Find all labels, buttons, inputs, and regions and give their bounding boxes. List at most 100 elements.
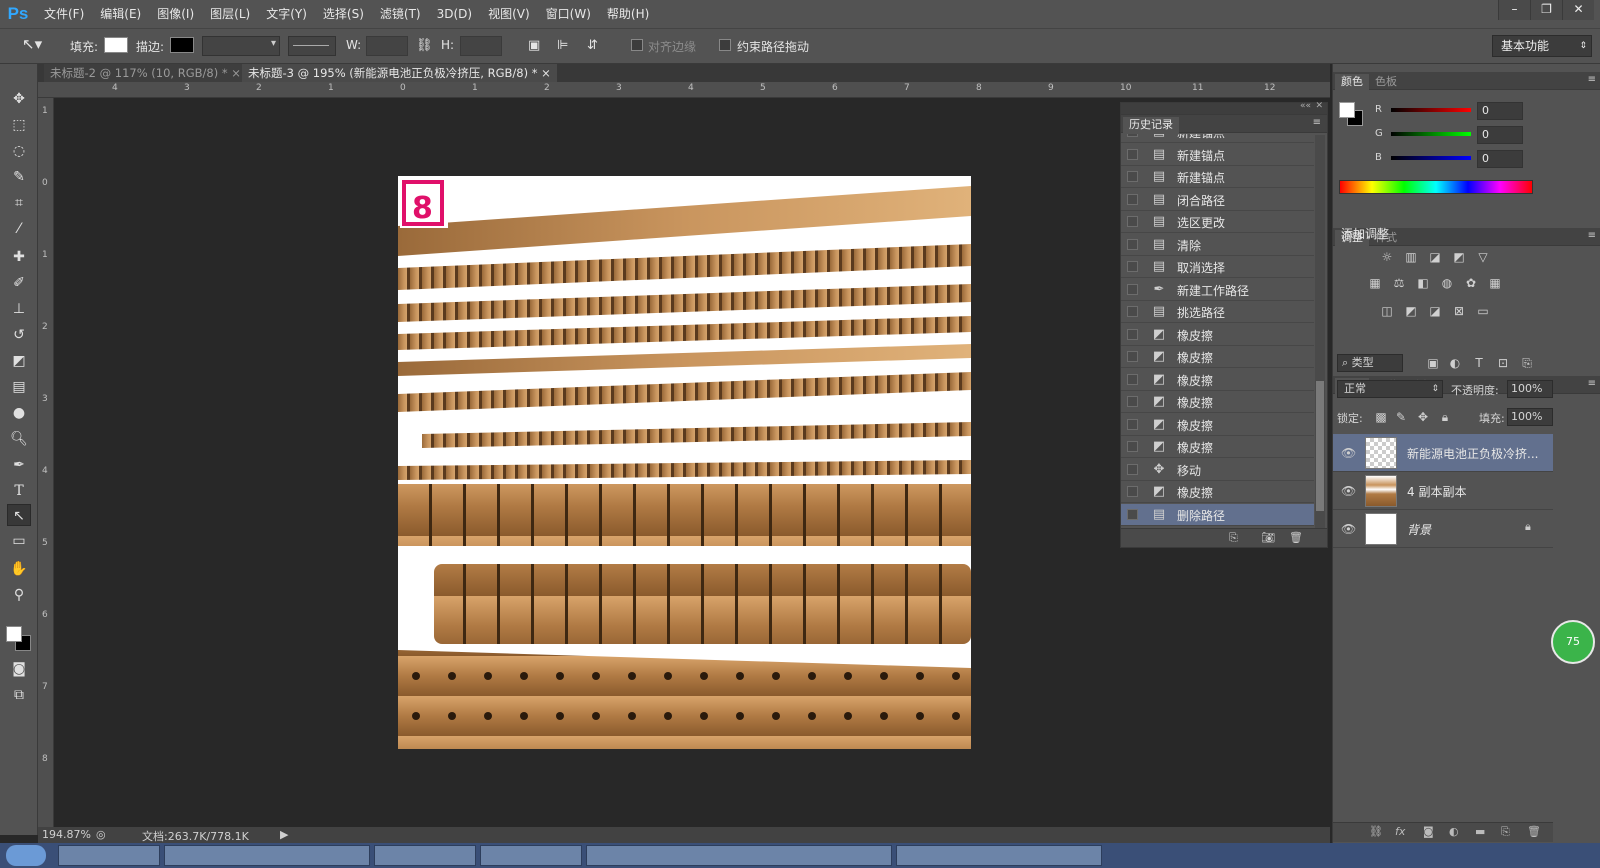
path-selection-tool-icon[interactable]: ↖ [7, 504, 31, 526]
history-scrollbar[interactable] [1315, 135, 1325, 529]
history-item[interactable]: ▤ 挑选路径 [1121, 301, 1314, 323]
history-snapshot-checkbox[interactable] [1127, 351, 1138, 362]
taskbar-button[interactable] [58, 845, 160, 866]
menu-3d[interactable]: 3D(D) [429, 0, 480, 28]
height-field[interactable] [460, 36, 502, 56]
trash-icon[interactable]: 🗑︎ [1289, 531, 1303, 544]
red-value[interactable]: 0 [1477, 102, 1523, 120]
rectangle-tool-icon[interactable]: ▭ [7, 530, 31, 552]
selective-color-icon[interactable]: ⊠ [1451, 304, 1467, 318]
layer-row-background[interactable]: 👁︎ 背景 🔒︎ [1333, 510, 1553, 548]
history-snapshot-checkbox[interactable] [1127, 216, 1138, 227]
lasso-tool-icon[interactable]: ◌ [7, 140, 31, 162]
menu-file[interactable]: 文件(F) [36, 0, 92, 28]
history-item[interactable]: ✒ 新建工作路径 [1121, 279, 1314, 301]
history-item[interactable]: ◩ 橡皮擦 [1121, 414, 1314, 436]
close-icon[interactable]: × [541, 66, 551, 80]
path-operations-icon[interactable]: ▣ [528, 38, 540, 53]
workspace-select[interactable]: 基本功能 ⇕ [1492, 35, 1592, 57]
tab-color[interactable]: 颜色 [1335, 74, 1369, 90]
link-icon[interactable]: ⛓ [416, 38, 433, 53]
close-button[interactable]: ✕ [1562, 0, 1594, 20]
history-item[interactable]: ▤ 新建锚点 [1121, 166, 1314, 188]
stroke-width-dropdown[interactable]: ▾ [202, 36, 280, 56]
dodge-tool-icon[interactable]: 🔍︎ [7, 428, 31, 450]
menu-image[interactable]: 图像(I) [149, 0, 202, 28]
opacity-field[interactable]: 100% [1507, 380, 1553, 398]
history-snapshot-checkbox[interactable] [1127, 373, 1138, 385]
pen-tool-icon[interactable]: ✒ [7, 454, 31, 476]
minimize-button[interactable]: – [1498, 0, 1530, 20]
hue-saturation-icon[interactable]: ▦ [1367, 276, 1383, 290]
history-snapshot-checkbox[interactable] [1127, 134, 1138, 137]
move-tool-icon[interactable]: ✥ [7, 88, 31, 110]
collapse-icon[interactable]: «« [1300, 101, 1311, 111]
healing-brush-tool-icon[interactable]: ✚ [7, 246, 31, 268]
panel-menu-icon[interactable]: ≡ [1588, 378, 1596, 389]
tab-untitled-3[interactable]: 未标题-3 @ 195% (新能源电池正负极冷挤压, RGB/8) * × [242, 64, 557, 82]
quick-select-tool-icon[interactable]: ✎ [7, 166, 31, 188]
history-item[interactable]: ◩ 橡皮擦 [1121, 391, 1314, 413]
threshold-icon[interactable]: ◪ [1427, 304, 1443, 318]
panel-menu-icon[interactable]: ≡ [1588, 74, 1596, 85]
curves-icon[interactable]: ◪ [1427, 250, 1443, 264]
path-alignment-icon[interactable]: ⊫ [557, 38, 568, 53]
gradient-tool-icon[interactable]: ▤ [7, 376, 31, 398]
history-snapshot-checkbox[interactable] [1127, 283, 1138, 295]
eraser-tool-icon[interactable]: ◩ [7, 350, 31, 372]
close-icon[interactable]: × [231, 66, 241, 80]
menu-view[interactable]: 视图(V) [480, 0, 538, 28]
exposure-icon[interactable]: ◩ [1451, 250, 1467, 264]
history-item[interactable]: ▤ 闭合路径 [1121, 189, 1314, 211]
history-item[interactable]: ▤ 清除 [1121, 234, 1314, 256]
filter-pixel-icon[interactable]: ▣ [1425, 356, 1441, 370]
menu-select[interactable]: 选择(S) [315, 0, 372, 28]
hand-tool-icon[interactable]: ✋ [7, 558, 31, 580]
tab-swatches[interactable]: 色板 [1369, 74, 1403, 90]
layer-row-selected[interactable]: 👁︎ 新能源电池正负极冷挤... [1333, 434, 1553, 472]
close-icon[interactable]: ✕ [1315, 101, 1323, 111]
history-item[interactable]: ▤ 新建锚点 [1121, 134, 1314, 143]
lock-position-icon[interactable]: ✥ [1415, 410, 1431, 424]
zoom-tool-icon[interactable]: ⚲ [7, 584, 31, 606]
menu-type[interactable]: 文字(Y) [258, 0, 315, 28]
trash-icon[interactable]: 🗑︎ [1527, 825, 1541, 838]
lock-all-icon[interactable]: 🔒︎ [1437, 410, 1453, 424]
history-item[interactable]: ◩ 橡皮擦 [1121, 346, 1314, 368]
menu-help[interactable]: 帮助(H) [599, 0, 657, 28]
start-button[interactable] [6, 845, 46, 866]
floating-badge[interactable]: 75 [1551, 620, 1595, 664]
vibrance-icon[interactable]: ▽ [1475, 250, 1491, 264]
history-snapshot-checkbox[interactable] [1127, 463, 1138, 475]
constrain-path-checkbox[interactable] [719, 39, 731, 51]
menu-layer[interactable]: 图层(L) [202, 0, 258, 28]
history-item[interactable]: ◩ 橡皮擦 [1121, 481, 1314, 503]
levels-icon[interactable]: ▥ [1403, 250, 1419, 264]
layer-kind-filter[interactable]: ⌕ 类型 [1337, 354, 1403, 372]
history-item[interactable]: ✥ 移动 [1121, 459, 1314, 481]
taskbar-button[interactable] [164, 845, 370, 866]
brush-tool-icon[interactable]: ✐ [7, 272, 31, 294]
align-edges-checkbox[interactable] [631, 39, 643, 51]
history-snapshot-checkbox[interactable] [1127, 238, 1138, 250]
history-item[interactable]: ▤ 取消选择 [1121, 256, 1314, 278]
new-layer-icon[interactable]: ⎘ [1501, 825, 1510, 839]
quick-mask-icon[interactable]: ◙ [7, 658, 31, 680]
scroll-thumb[interactable] [1316, 381, 1324, 511]
history-snapshot-checkbox[interactable] [1127, 306, 1138, 317]
history-snapshot-checkbox[interactable] [1127, 418, 1138, 430]
fill-swatch[interactable] [104, 37, 128, 53]
clone-stamp-tool-icon[interactable]: ⊥ [7, 298, 31, 320]
blue-value[interactable]: 0 [1477, 150, 1523, 168]
path-select-tool-icon[interactable]: ↖▾ [22, 35, 42, 53]
history-snapshot-checkbox[interactable] [1127, 328, 1138, 340]
camera-icon[interactable]: 📷︎ [1261, 531, 1275, 544]
marquee-tool-icon[interactable]: ⬚ [7, 114, 31, 136]
new-document-from-state-icon[interactable]: ⎘ [1229, 531, 1238, 545]
link-layers-icon[interactable]: ⛓ [1369, 825, 1383, 838]
fill-field[interactable]: 100% [1507, 408, 1553, 426]
history-item[interactable]: ◩ 橡皮擦 [1121, 324, 1314, 346]
menu-window[interactable]: 窗口(W) [538, 0, 599, 28]
stroke-type-dropdown[interactable] [288, 36, 336, 56]
panel-menu-icon[interactable]: ≡ [1588, 230, 1596, 241]
